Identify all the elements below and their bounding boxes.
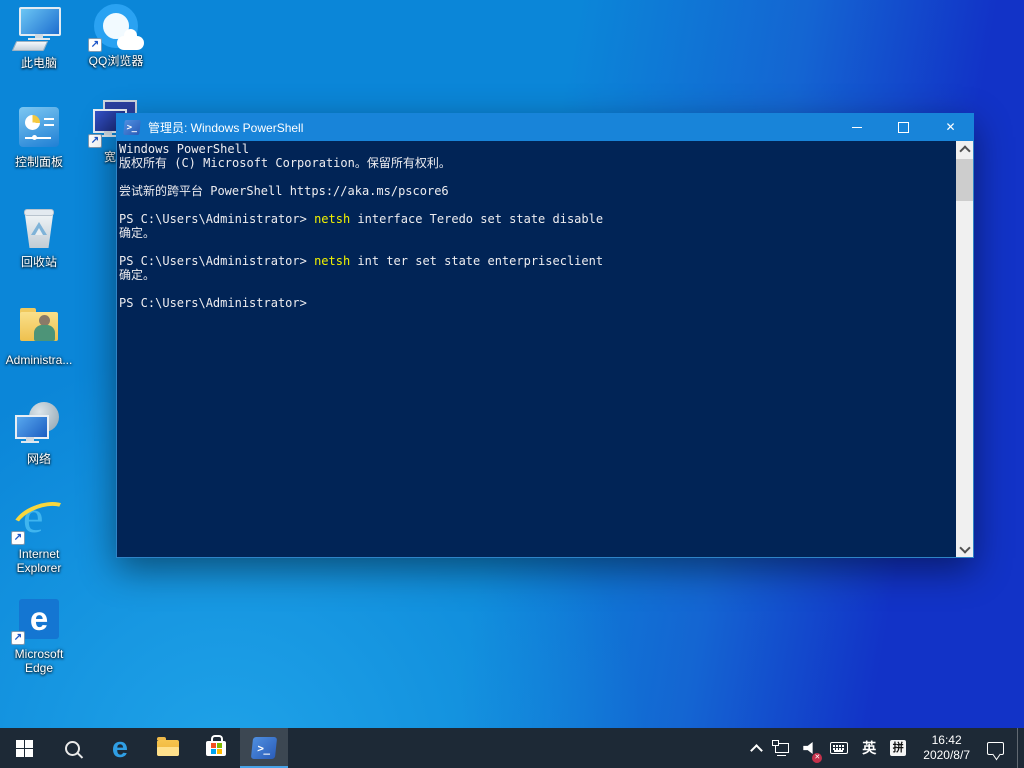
- taskbar-clock[interactable]: 16:42 2020/8/7: [913, 733, 980, 763]
- window-titlebar[interactable]: >_ 管理员: Windows PowerShell ✕: [116, 113, 974, 141]
- internet-explorer-icon: e: [14, 497, 64, 544]
- show-desktop-button[interactable]: [1018, 728, 1024, 768]
- shortcut-arrow-icon: [88, 134, 102, 148]
- network-icon: [14, 402, 64, 449]
- user-folder-icon: [14, 303, 64, 350]
- clock-time: 16:42: [923, 733, 970, 748]
- search-button[interactable]: [48, 728, 96, 768]
- powershell-window: >_ 管理员: Windows PowerShell ✕ Windows Pow…: [116, 113, 974, 558]
- console-area[interactable]: Windows PowerShell版权所有 (C) Microsoft Cor…: [116, 141, 974, 558]
- scroll-up-button[interactable]: [956, 141, 973, 157]
- desktop-icon-control-panel[interactable]: 控制面板: [1, 105, 77, 169]
- icon-label: Internet Explorer: [1, 547, 77, 575]
- console-output[interactable]: Windows PowerShell版权所有 (C) Microsoft Cor…: [117, 141, 956, 557]
- chevron-up-icon: [959, 145, 970, 156]
- icon-label: 此电脑: [21, 56, 57, 70]
- control-panel-icon: [14, 105, 64, 152]
- microsoft-edge-icon: e: [14, 597, 64, 644]
- ime-language-label: 英: [862, 738, 876, 758]
- close-icon: ✕: [945, 121, 955, 133]
- ethernet-network-icon: [775, 743, 789, 753]
- icon-label: Microsoft Edge: [1, 647, 77, 675]
- desktop-icon-recycle-bin[interactable]: 回收站: [1, 205, 77, 269]
- pinyin-ime-icon: 拼: [890, 740, 906, 756]
- desktop-icon-microsoft-edge[interactable]: e Microsoft Edge: [1, 597, 77, 675]
- scroll-down-button[interactable]: [956, 541, 973, 557]
- close-button[interactable]: ✕: [927, 113, 974, 141]
- icon-label: QQ浏览器: [89, 54, 144, 68]
- maximize-icon: [898, 122, 909, 133]
- touch-keyboard-button[interactable]: [823, 728, 855, 768]
- desktop-icon-network[interactable]: 网络: [1, 402, 77, 466]
- desktop-wallpaper: 此电脑 控制面板 回收站 Administra... 网络 e Internet…: [0, 0, 1024, 768]
- this-pc-icon: [14, 6, 64, 53]
- taskbar-file-explorer-button[interactable]: [144, 728, 192, 768]
- desktop-icon-administrator-folder[interactable]: Administra...: [1, 303, 77, 367]
- action-center-button[interactable]: [980, 728, 1011, 768]
- shortcut-arrow-icon: [88, 38, 102, 52]
- clock-date: 2020/8/7: [923, 748, 970, 763]
- maximize-button[interactable]: [880, 113, 927, 141]
- network-tray-button[interactable]: [768, 728, 796, 768]
- microsoft-store-icon: [206, 741, 226, 756]
- shortcut-arrow-icon: [11, 531, 25, 545]
- desktop-icon-qq-browser[interactable]: QQ浏览器: [78, 4, 154, 68]
- start-button[interactable]: [0, 728, 48, 768]
- keyboard-icon: [830, 742, 848, 754]
- minimize-button[interactable]: [833, 113, 880, 141]
- icon-label: 回收站: [21, 255, 57, 269]
- ime-mode-button[interactable]: 拼: [883, 728, 913, 768]
- scrollbar-thumb[interactable]: [956, 159, 973, 201]
- action-center-icon: [987, 742, 1004, 755]
- vertical-scrollbar[interactable]: [956, 141, 973, 557]
- taskbar: e >_ ✕: [0, 728, 1024, 768]
- speaker-icon: [803, 742, 816, 754]
- shortcut-arrow-icon: [11, 631, 25, 645]
- ime-language-button[interactable]: 英: [855, 728, 883, 768]
- window-title: 管理员: Windows PowerShell: [148, 119, 303, 136]
- volume-tray-button[interactable]: ✕: [796, 728, 823, 768]
- muted-badge-icon: ✕: [812, 753, 822, 763]
- file-explorer-icon: [157, 740, 179, 756]
- taskbar-powershell-button[interactable]: >_: [240, 728, 288, 768]
- desktop-icon-internet-explorer[interactable]: e Internet Explorer: [1, 497, 77, 575]
- show-hidden-icons-button[interactable]: [745, 728, 768, 768]
- powershell-icon: >_: [251, 737, 277, 759]
- taskbar-store-button[interactable]: [192, 728, 240, 768]
- chevron-down-icon: [959, 542, 970, 553]
- minimize-icon: [852, 127, 862, 128]
- icon-label: 网络: [27, 452, 51, 466]
- windows-logo-icon: [16, 740, 33, 757]
- icon-label: Administra...: [6, 353, 73, 367]
- desktop-icon-this-pc[interactable]: 此电脑: [1, 6, 77, 70]
- search-icon: [65, 741, 80, 756]
- edge-icon: e: [112, 734, 128, 763]
- icon-label: 控制面板: [15, 155, 63, 169]
- qq-browser-icon: [91, 4, 141, 51]
- taskbar-edge-button[interactable]: e: [96, 728, 144, 768]
- chevron-up-icon: [750, 744, 763, 757]
- recycle-bin-icon: [14, 205, 64, 252]
- powershell-icon: >_: [123, 120, 141, 135]
